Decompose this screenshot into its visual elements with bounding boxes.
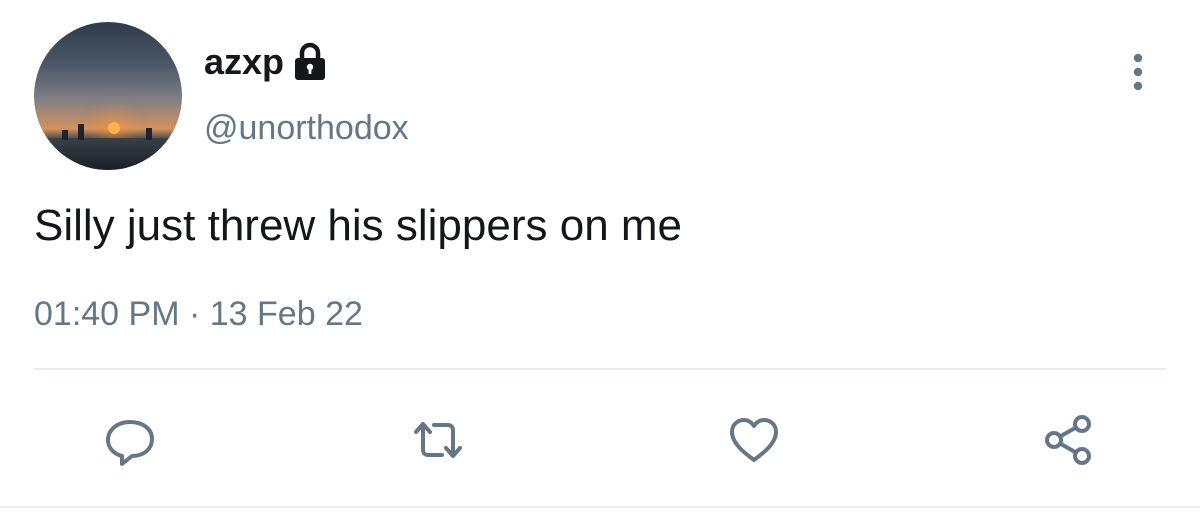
avatar-building	[78, 124, 84, 140]
lock-icon	[292, 42, 328, 82]
avatar-ground	[34, 138, 182, 170]
name-row: azxp	[204, 38, 328, 86]
timestamp-separator: ·	[188, 295, 201, 333]
heart-icon	[730, 418, 778, 462]
retweet-icon	[414, 422, 462, 458]
tweet-text: Silly just threw his slippers on me	[34, 201, 683, 250]
tweet-card: azxp @unorthodox Silly just threw his sl…	[0, 0, 1200, 524]
more-options-button[interactable]	[1122, 50, 1154, 94]
tweet-time: 01:40 PM	[34, 295, 180, 333]
display-name[interactable]: azxp	[204, 38, 284, 86]
share-icon	[1045, 415, 1091, 465]
tweet-timestamp: 01:40 PM · 13 Feb 22	[34, 290, 363, 338]
tweet-date: 13 Feb 22	[209, 295, 363, 333]
more-vertical-icon	[1133, 53, 1143, 91]
avatar-sun	[108, 122, 120, 134]
share-button[interactable]	[1040, 412, 1096, 468]
avatar-building	[146, 128, 152, 140]
user-handle[interactable]: @unorthodox	[204, 104, 409, 152]
like-button[interactable]	[726, 412, 782, 468]
retweet-button[interactable]	[410, 412, 466, 468]
reply-button[interactable]	[102, 412, 158, 468]
divider	[34, 368, 1166, 370]
avatar-building	[62, 130, 68, 140]
reply-icon	[106, 420, 154, 466]
bottom-border	[0, 506, 1200, 508]
avatar[interactable]	[34, 22, 182, 170]
